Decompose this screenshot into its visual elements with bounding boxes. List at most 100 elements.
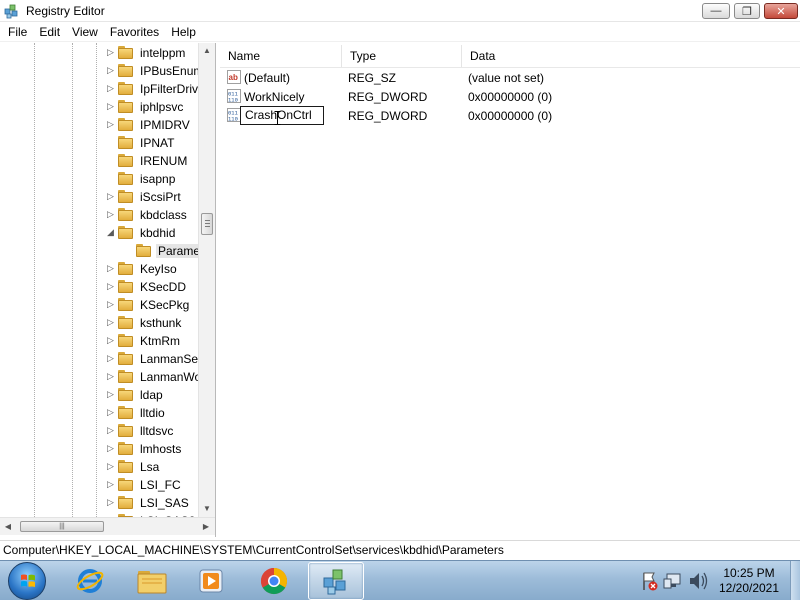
tree-item[interactable]: ▷ lmhosts: [0, 440, 198, 458]
scroll-right-arrow-icon[interactable]: ▶: [198, 518, 214, 535]
tree-item[interactable]: ▷ ldap: [0, 386, 198, 404]
tree-item-label: ksthunk: [140, 316, 182, 330]
taskbar-chrome[interactable]: [246, 562, 302, 600]
tree-item[interactable]: ▷ LSI_FC: [0, 476, 198, 494]
value-row[interactable]: ab (Default) REG_SZ (value not set): [220, 68, 800, 87]
tree-item[interactable]: IPNAT: [0, 134, 198, 152]
vertical-scroll-thumb[interactable]: [201, 213, 213, 235]
open-folder-icon: [136, 244, 152, 257]
tree-item[interactable]: ▷ kbdclass: [0, 206, 198, 224]
value-row[interactable]: 011 110 WorkNicely REG_DWORD 0x00000000 …: [220, 87, 800, 106]
tree-item[interactable]: ▷ iphlpsvc: [0, 98, 198, 116]
close-button[interactable]: ✕: [764, 3, 798, 19]
menu-help[interactable]: Help: [165, 22, 202, 42]
value-name: (Default): [244, 71, 291, 85]
tree-item-label: isapnp: [140, 172, 176, 186]
tree-item[interactable]: ▷ KeyIso: [0, 260, 198, 278]
scroll-left-arrow-icon[interactable]: ◀: [0, 518, 16, 535]
maximize-button[interactable]: ❐: [734, 3, 760, 19]
rename-value-input[interactable]: CrashOnCtrl: [240, 106, 324, 125]
taskbar-media-player[interactable]: [183, 562, 239, 600]
value-data: (value not set): [468, 71, 545, 85]
expand-arrow-icon[interactable]: ▷: [106, 444, 115, 453]
expand-arrow-icon[interactable]: ▷: [106, 318, 115, 327]
taskbar-windows-explorer[interactable]: [124, 562, 180, 600]
column-header-name[interactable]: Name: [220, 45, 342, 67]
string-value-icon: ab: [227, 70, 241, 84]
tree-item[interactable]: ▷ Lsa: [0, 458, 198, 476]
tree-item[interactable]: ▷ iScsiPrt: [0, 188, 198, 206]
scroll-up-arrow-icon[interactable]: ▲: [199, 43, 215, 59]
expand-arrow-icon[interactable]: ▷: [106, 210, 115, 219]
network-icon[interactable]: [663, 573, 681, 589]
expand-arrow-icon[interactable]: ▷: [106, 462, 115, 471]
expand-arrow-icon[interactable]: ▷: [106, 480, 115, 489]
open-folder-icon: [118, 226, 134, 239]
tree-item[interactable]: Parame: [0, 242, 198, 260]
expand-arrow-icon[interactable]: ▷: [106, 408, 115, 417]
expand-arrow-icon[interactable]: ▷: [106, 426, 115, 435]
svg-text:110: 110: [228, 97, 238, 104]
expand-arrow-icon[interactable]: ▷: [106, 48, 115, 57]
tree-vertical-scrollbar[interactable]: ▲ ▼: [198, 43, 215, 517]
internet-explorer-icon: [76, 569, 104, 593]
expand-arrow-icon[interactable]: ▷: [106, 372, 115, 381]
tree-item[interactable]: ▷ LSI_SAS: [0, 494, 198, 512]
expand-arrow-icon[interactable]: ▷: [106, 84, 115, 93]
horizontal-scroll-thumb[interactable]: |||: [20, 521, 104, 532]
expand-arrow-icon[interactable]: ▷: [106, 354, 115, 363]
expand-arrow-icon[interactable]: ▷: [106, 498, 115, 507]
tree-item[interactable]: ▷ LanmanWo: [0, 368, 198, 386]
tree-item-label: IPMIDRV: [140, 118, 190, 132]
expand-arrow-icon[interactable]: ▷: [106, 120, 115, 129]
menu-edit[interactable]: Edit: [33, 22, 66, 42]
menu-view[interactable]: View: [66, 22, 104, 42]
tree-item[interactable]: ▷ KSecDD: [0, 278, 198, 296]
tree-item[interactable]: ▷ lltdio: [0, 404, 198, 422]
expand-arrow-icon[interactable]: ▷: [106, 300, 115, 309]
tree-horizontal-scrollbar[interactable]: ◀ ||| ▶: [0, 517, 215, 535]
minimize-button[interactable]: —: [702, 3, 730, 19]
expand-arrow-icon[interactable]: ▷: [106, 282, 115, 291]
tree-item[interactable]: isapnp: [0, 170, 198, 188]
restore-icon: ❐: [742, 5, 752, 18]
taskbar: 10:25 PM 12/20/2021: [0, 560, 800, 600]
expand-arrow-icon[interactable]: ▷: [106, 336, 115, 345]
action-center-flag-icon[interactable]: [643, 572, 658, 591]
folder-icon: [118, 388, 134, 401]
expand-arrow-icon[interactable]: ▷: [106, 102, 115, 111]
tree-item[interactable]: ▷ ksthunk: [0, 314, 198, 332]
tree-item[interactable]: ▷ lltdsvc: [0, 422, 198, 440]
chrome-icon: [260, 567, 288, 595]
expand-arrow-icon[interactable]: ▷: [106, 264, 115, 273]
tree-item[interactable]: ◢ kbdhid: [0, 224, 198, 242]
taskbar-internet-explorer[interactable]: [62, 562, 118, 600]
show-desktop-button[interactable]: [790, 561, 800, 600]
tree-item[interactable]: ▷ IPMIDRV: [0, 116, 198, 134]
expand-arrow-icon[interactable]: ▷: [106, 66, 115, 75]
value-data: 0x00000000 (0): [468, 90, 553, 104]
folder-icon: [118, 496, 134, 509]
tree-item[interactable]: ▷ IpFilterDriv: [0, 80, 198, 98]
tree-item-label: kbdclass: [140, 208, 187, 222]
expand-arrow-icon[interactable]: ▷: [106, 390, 115, 399]
tree-item[interactable]: IRENUM: [0, 152, 198, 170]
column-header-type[interactable]: Type: [342, 45, 462, 67]
tree-item[interactable]: ▷ IPBusEnum: [0, 62, 198, 80]
menu-favorites[interactable]: Favorites: [104, 22, 165, 42]
folder-icon: [118, 262, 134, 275]
start-button[interactable]: [8, 562, 46, 600]
tree-item[interactable]: ▷ KtmRm: [0, 332, 198, 350]
tree-item[interactable]: ▷ intelppm: [0, 44, 198, 62]
column-header-data[interactable]: Data: [462, 45, 800, 67]
tree-item[interactable]: ▷ KSecPkg: [0, 296, 198, 314]
volume-icon[interactable]: [690, 572, 708, 590]
tree-item[interactable]: ▷ LanmanSer: [0, 350, 198, 368]
taskbar-clock[interactable]: 10:25 PM 12/20/2021: [712, 566, 786, 596]
collapse-arrow-icon[interactable]: ◢: [106, 228, 115, 237]
taskbar-registry-editor[interactable]: [308, 562, 364, 600]
scroll-down-arrow-icon[interactable]: ▼: [199, 501, 215, 517]
expand-arrow-icon[interactable]: ▷: [106, 192, 115, 201]
value-row[interactable]: 011 110 CrashOnCtrl REG_DWORD 0x00000000…: [220, 106, 800, 125]
menu-file[interactable]: File: [2, 22, 33, 42]
